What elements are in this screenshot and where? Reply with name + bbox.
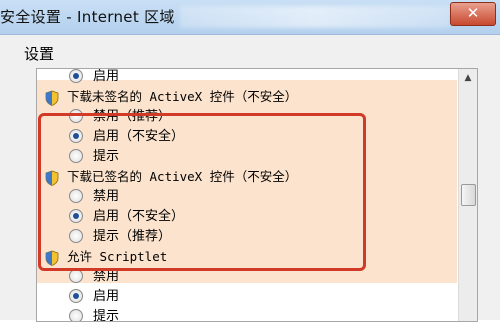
title-bar: 安全设置 - Internet 区域 ✕ [0,0,500,35]
settings-dialog: 设置 启用下载未签名的 ActiveX 控件（不安全）禁用（推荐）启用（不安全）… [0,35,500,320]
row-label: 下载未签名的 ActiveX 控件（不安全） [67,89,297,104]
row-label: 启用 [93,69,119,84]
setting-group-header: 下载未签名的 ActiveX 控件（不安全） [45,87,297,107]
titlebar-blurred-area [180,6,450,28]
row-label: 启用 [93,289,119,304]
close-button[interactable]: ✕ [450,2,496,26]
row-label: 提示 [93,309,119,322]
radio-button-checked[interactable] [69,69,83,83]
row-label: 禁用 [93,269,119,284]
radio-button-checked[interactable] [69,289,83,303]
window-title: 安全设置 - Internet 区域 [0,6,175,27]
radio-option[interactable]: 启用 [69,287,119,307]
scroll-up-button[interactable]: ▲ [459,69,477,87]
settings-label: 设置 [24,43,54,64]
red-annotation-box [38,113,366,271]
scroll-thumb[interactable] [461,184,476,206]
radio-option[interactable]: 启用 [69,68,119,87]
vertical-scrollbar[interactable]: ▲ [458,69,477,321]
shield-icon [45,90,59,106]
